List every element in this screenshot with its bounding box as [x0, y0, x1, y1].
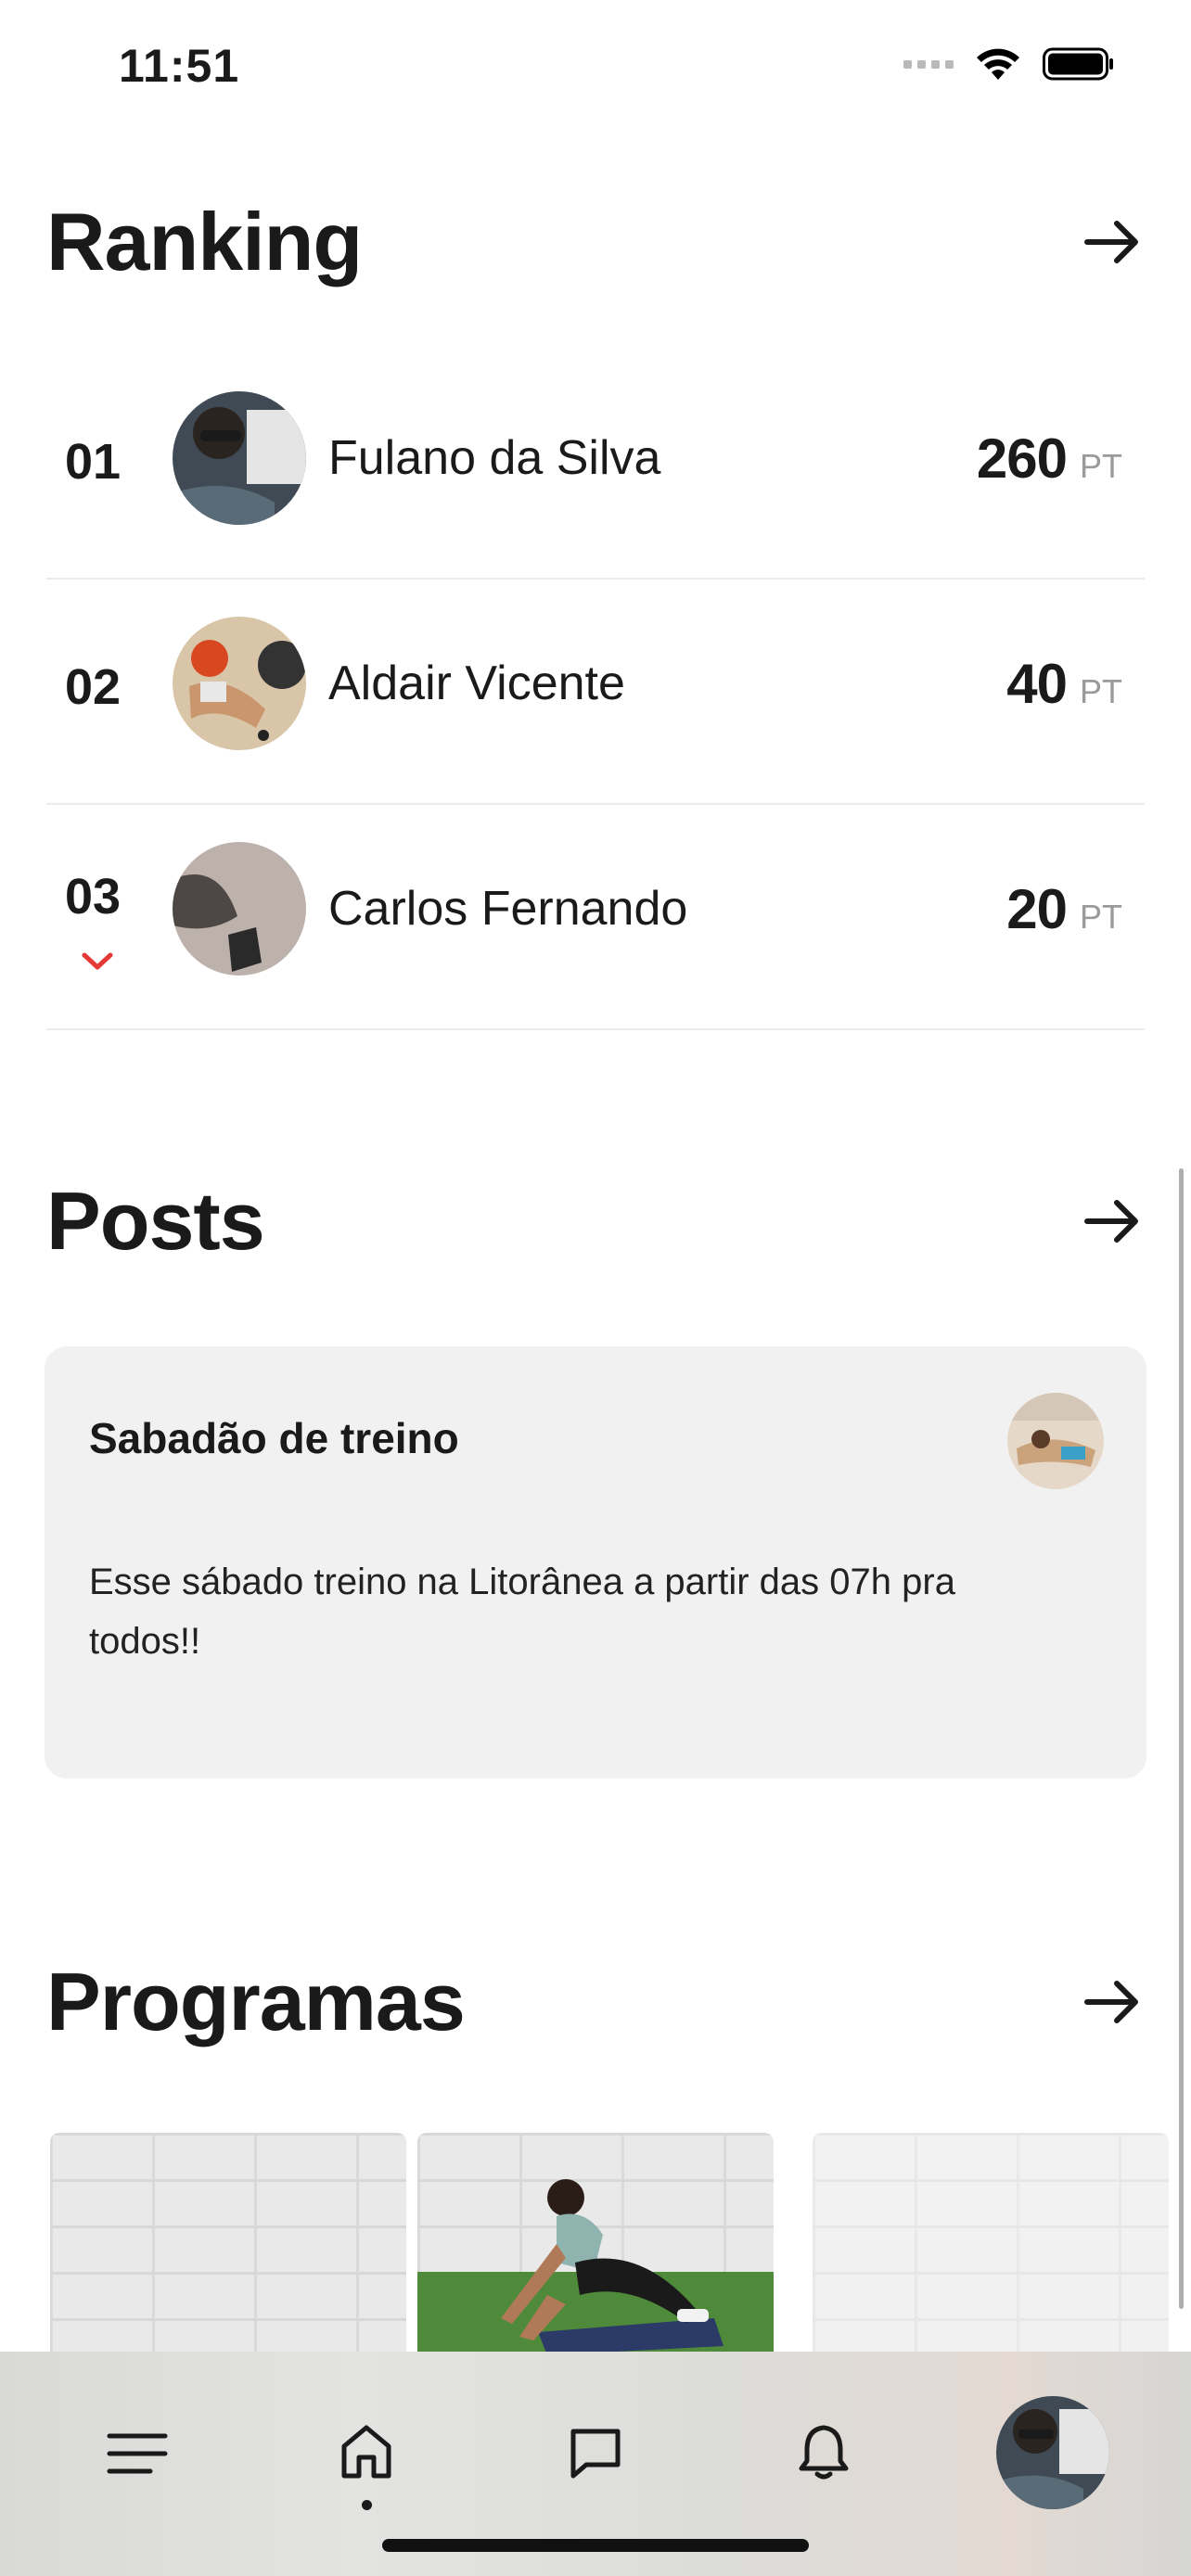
- wifi-icon: [977, 48, 1019, 80]
- program-thumbnail: [50, 2133, 406, 2355]
- programs-see-all-button[interactable]: [1080, 1970, 1145, 2034]
- cellular-signal-icon: [903, 59, 954, 69]
- programs-carousel[interactable]: [50, 2133, 1191, 2355]
- battery-icon: [1043, 47, 1113, 81]
- ranking-title: Ranking: [46, 196, 363, 287]
- chat-icon: [570, 2429, 621, 2479]
- programs-header: Programas: [46, 1955, 1145, 2049]
- program-thumbnail: [813, 2133, 1169, 2355]
- rank-down-icon: [82, 951, 113, 976]
- ranking-see-all-button[interactable]: [1080, 210, 1145, 274]
- profile-avatar[interactable]: [996, 2396, 1109, 2509]
- rank-points: 20: [1006, 878, 1068, 940]
- vertical-scrollbar[interactable]: [1179, 1168, 1184, 2309]
- rank-unit: PT: [1079, 447, 1122, 485]
- rank-score: 260 PT: [977, 427, 1122, 491]
- status-icons: [903, 46, 1115, 82]
- post-card[interactable]: Sabadão de treino Esse sábado treino na …: [45, 1346, 1146, 1779]
- rank-unit: PT: [1079, 672, 1122, 710]
- programs-title: Programas: [46, 1956, 466, 2047]
- posts-see-all-button[interactable]: [1080, 1189, 1145, 1254]
- tab-menu[interactable]: [100, 2417, 174, 2491]
- tab-chat[interactable]: [558, 2417, 633, 2491]
- avatar: [173, 617, 306, 750]
- rank-score: 20 PT: [1006, 877, 1122, 941]
- arrow-right-icon: [1084, 1981, 1138, 2023]
- post-title: Sabadão de treino: [89, 1414, 459, 1462]
- ranking-row[interactable]: 01 Fulano da Silva 260 PT: [46, 354, 1145, 580]
- rank-position: 03: [65, 869, 122, 925]
- arrow-right-icon: [1084, 221, 1138, 263]
- status-time: 11:51: [119, 40, 240, 92]
- ranking-row[interactable]: 03 Carlos Fernando 20 PT: [46, 805, 1145, 1030]
- rank-position: 01: [65, 434, 122, 490]
- bell-icon: [799, 2425, 849, 2480]
- post-body: Esse sábado treino na Litorânea a partir…: [89, 1562, 955, 1662]
- program-card[interactable]: [50, 2133, 406, 2355]
- status-bar: 11:51: [0, 0, 1191, 130]
- arrow-right-icon: [1084, 1200, 1138, 1243]
- post-author-avatar: [1007, 1393, 1104, 1489]
- rank-name: Aldair Vicente: [328, 657, 625, 710]
- rank-position: 02: [65, 659, 122, 715]
- tab-home[interactable]: [329, 2415, 403, 2489]
- rank-name: Carlos Fernando: [328, 882, 688, 936]
- ranking-list: 01 Fulano da Silva 260 PT 02 Aldair Vice…: [46, 354, 1145, 1030]
- home-icon: [341, 2425, 391, 2479]
- home-indicator: [382, 2539, 809, 2552]
- rank-points: 40: [1006, 653, 1068, 715]
- rank-name: Fulano da Silva: [328, 431, 661, 485]
- avatar: [173, 842, 306, 976]
- rank-score: 40 PT: [1006, 652, 1122, 716]
- program-card[interactable]: [417, 2133, 774, 2355]
- avatar: [173, 391, 306, 525]
- tab-notifications[interactable]: [787, 2415, 861, 2489]
- rank-points: 260: [976, 427, 1068, 490]
- menu-icon: [107, 2433, 168, 2474]
- exercise-illustration: [417, 2179, 774, 2355]
- ranking-header: Ranking: [46, 195, 1145, 289]
- posts-title: Posts: [46, 1175, 265, 1267]
- posts-header: Posts: [46, 1174, 1145, 1269]
- rank-unit: PT: [1079, 898, 1122, 936]
- ranking-row[interactable]: 02 Aldair Vicente 40 PT: [46, 580, 1145, 805]
- active-tab-indicator: [362, 2500, 372, 2510]
- program-card[interactable]: [813, 2133, 1169, 2355]
